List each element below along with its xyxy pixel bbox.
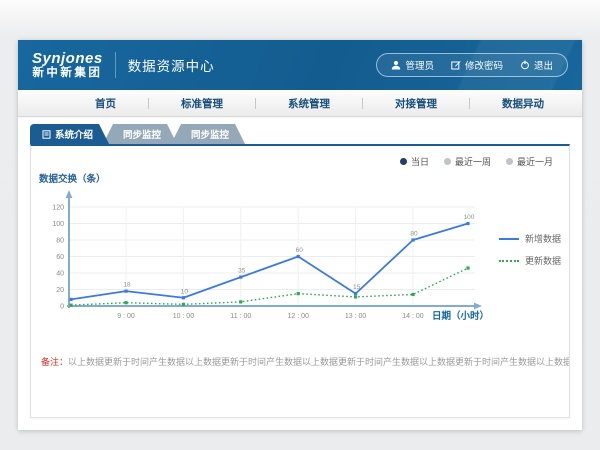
nav-item-3[interactable]: 对接管理 bbox=[363, 96, 469, 111]
tab-1[interactable]: 同步监控 bbox=[103, 124, 177, 144]
document-icon bbox=[42, 130, 51, 139]
time-range-options: 当日 最近一周 最近一月 bbox=[400, 155, 553, 168]
svg-text:60: 60 bbox=[56, 254, 64, 261]
radio-icon bbox=[506, 158, 513, 165]
page-title: 数据资源中心 bbox=[128, 55, 215, 75]
tab-label: 同步监控 bbox=[123, 127, 161, 141]
chart-svg: 0 20 40 60 80 100 120 9 : 00 10 : 00 11 : 00 12 : … bbox=[31, 186, 491, 326]
svg-text:10: 10 bbox=[181, 288, 189, 295]
chart-y-axis-title: 数据交换（条） bbox=[39, 171, 106, 185]
legend-item-1[interactable]: 更新数据 bbox=[499, 254, 561, 267]
svg-text:9 : 00: 9 : 00 bbox=[117, 313, 135, 320]
tab-bar: 系统介绍 同步监控 同步监控 bbox=[30, 124, 582, 144]
tab-0[interactable]: 系统介绍 bbox=[30, 124, 109, 144]
legend-label: 更新数据 bbox=[525, 254, 561, 267]
tab-label: 同步监控 bbox=[191, 127, 229, 141]
svg-text:11 : 00: 11 : 00 bbox=[230, 313, 251, 320]
svg-text:100: 100 bbox=[52, 221, 64, 228]
nav-item-2[interactable]: 系统管理 bbox=[256, 96, 362, 111]
radio-selected-icon bbox=[400, 158, 407, 165]
radio-icon bbox=[444, 158, 451, 165]
logout-button[interactable]: 退出 bbox=[520, 58, 553, 72]
line-chart: 0 20 40 60 80 100 120 9 : 00 10 : 00 11 : 00 12 : … bbox=[31, 186, 491, 326]
svg-text:35: 35 bbox=[238, 268, 246, 275]
svg-text:100: 100 bbox=[464, 214, 475, 221]
legend-line-swatch bbox=[499, 238, 519, 240]
time-range-label: 最近一周 bbox=[455, 155, 491, 168]
app-window: Synjones 新中新集团 数据资源中心 管理员 修改密码 bbox=[18, 40, 582, 430]
header-divider bbox=[115, 52, 116, 78]
nav-item-4[interactable]: 数据异动 bbox=[470, 96, 576, 111]
current-user-button[interactable]: 管理员 bbox=[391, 58, 434, 72]
time-range-option-1[interactable]: 最近一周 bbox=[444, 155, 491, 168]
nav-item-0[interactable]: 首页 bbox=[63, 96, 148, 111]
company-logo: Synjones 新中新集团 bbox=[32, 50, 103, 80]
tab-label: 系统介绍 bbox=[55, 127, 93, 141]
svg-text:40: 40 bbox=[56, 271, 64, 278]
svg-text:15: 15 bbox=[353, 284, 361, 291]
svg-text:18: 18 bbox=[123, 282, 131, 289]
svg-text:10 : 00: 10 : 00 bbox=[173, 313, 195, 320]
main-nav: 首页标准管理系统管理对接管理数据异动 bbox=[18, 90, 582, 117]
change-password-button[interactable]: 修改密码 bbox=[451, 58, 503, 72]
footnote: 备注：以上数据更新于时间产生数据以上数据更新于时间产生数据以上数据更新于时间产生… bbox=[31, 355, 569, 368]
time-range-option-0[interactable]: 当日 bbox=[400, 155, 429, 168]
legend-line-swatch bbox=[499, 260, 519, 262]
edit-icon bbox=[451, 60, 461, 70]
chart-legend: 新增数据更新数据 bbox=[499, 232, 561, 267]
svg-text:14 : 00: 14 : 00 bbox=[402, 313, 424, 320]
current-user-label: 管理员 bbox=[405, 58, 434, 72]
footnote-text: 以上数据更新于时间产生数据以上数据更新于时间产生数据以上数据更新于时间产生数据以… bbox=[68, 357, 569, 367]
user-icon bbox=[391, 60, 401, 70]
time-range-option-2[interactable]: 最近一月 bbox=[506, 155, 553, 168]
legend-label: 新增数据 bbox=[525, 232, 561, 245]
time-range-label: 当日 bbox=[411, 155, 429, 168]
content-panel: 当日 最近一周 最近一月 数据交换（条） 0 20 40 60 80 100 120 9 : 00… bbox=[30, 144, 570, 418]
logout-label: 退出 bbox=[534, 58, 553, 72]
svg-text:80: 80 bbox=[56, 238, 64, 245]
svg-text:20: 20 bbox=[56, 287, 64, 294]
change-password-label: 修改密码 bbox=[465, 58, 503, 72]
time-range-label: 最近一月 bbox=[517, 155, 553, 168]
user-toolbar: 管理员 修改密码 退出 bbox=[376, 53, 568, 77]
svg-text:0: 0 bbox=[60, 304, 64, 311]
nav-item-1[interactable]: 标准管理 bbox=[149, 96, 255, 111]
svg-text:60: 60 bbox=[296, 247, 304, 254]
svg-text:12 : 00: 12 : 00 bbox=[287, 313, 309, 320]
tab-2[interactable]: 同步监控 bbox=[171, 124, 245, 144]
svg-text:13 : 00: 13 : 00 bbox=[345, 313, 367, 320]
chart-x-axis-title: 日期（小时） bbox=[432, 310, 489, 322]
logo-text-cn: 新中新集团 bbox=[32, 67, 102, 80]
footnote-prefix: 备注： bbox=[41, 357, 68, 367]
power-icon bbox=[520, 60, 530, 70]
logo-text-en: Synjones bbox=[32, 50, 103, 67]
app-header: Synjones 新中新集团 数据资源中心 管理员 修改密码 bbox=[18, 40, 582, 90]
svg-text:80: 80 bbox=[410, 231, 418, 238]
svg-text:120: 120 bbox=[52, 205, 64, 212]
legend-item-0[interactable]: 新增数据 bbox=[499, 232, 561, 245]
